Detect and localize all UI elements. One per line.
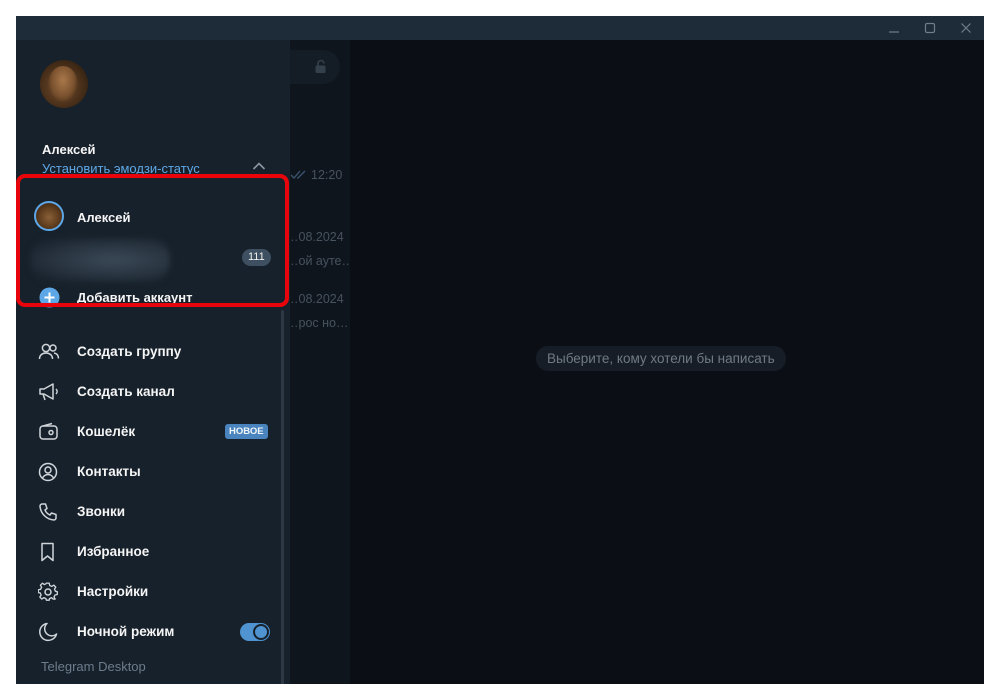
megaphone-icon: [39, 383, 58, 401]
menu-scrollbar[interactable]: [281, 310, 284, 684]
chat-time: 12:20: [311, 168, 343, 182]
close-icon[interactable]: [948, 16, 984, 40]
moon-icon: [39, 622, 58, 642]
profile-name: Алексей: [42, 142, 96, 157]
wallet-icon: [39, 422, 58, 440]
menu-item-label: Избранное: [77, 544, 150, 559]
app-name: Telegram Desktop: [41, 659, 146, 674]
avatar[interactable]: [40, 60, 88, 108]
menu-item-label: Создать группу: [77, 344, 182, 359]
menu-item-saved[interactable]: Избранное: [16, 532, 278, 572]
menu-item-settings[interactable]: Настройки: [16, 572, 278, 612]
menu-item-label: Звонки: [77, 504, 126, 519]
chat-date: …08.2024: [286, 292, 344, 306]
chat-preview: …ой ауте…: [286, 254, 355, 268]
highlight-frame: [16, 174, 289, 307]
chat-preview: …рос но…: [286, 316, 349, 330]
chat-area: Выберите, кому хотели бы написать: [350, 40, 984, 684]
maximize-icon[interactable]: [912, 16, 948, 40]
menu-item-label: Создать канал: [77, 384, 175, 399]
chevron-up-icon[interactable]: [252, 161, 266, 171]
empty-chat-hint: Выберите, кому хотели бы написать: [536, 346, 786, 371]
menu-item-label: Контакты: [77, 464, 141, 479]
contact-icon: [38, 462, 58, 482]
menu-item-create-channel[interactable]: Создать канал: [16, 372, 278, 412]
new-badge: НОВОЕ: [225, 424, 268, 439]
night-mode-toggle[interactable]: [240, 623, 270, 641]
title-bar: [16, 16, 984, 40]
menu-item-label: Ночной режим: [77, 624, 175, 639]
menu-item-night-mode[interactable]: Ночной режим: [16, 612, 278, 652]
double-check-icon: [290, 170, 306, 179]
telegram-window: 12:20 …08.2024 …ой ауте… …08.2024 …рос н…: [16, 16, 984, 684]
menu-item-label: Настройки: [77, 584, 149, 599]
side-menu: Алексей Установить эмодзи-статус Алексей…: [16, 40, 290, 684]
menu-item-wallet[interactable]: Кошелёк НОВОЕ: [16, 412, 278, 452]
menu-item-create-group[interactable]: Создать группу: [16, 332, 278, 372]
bookmark-icon: [41, 542, 54, 562]
menu-item-label: Кошелёк: [77, 424, 136, 439]
group-icon: [38, 343, 60, 360]
phone-icon: [39, 503, 57, 521]
menu-item-contacts[interactable]: Контакты: [16, 452, 278, 492]
gear-icon: [38, 582, 58, 601]
menu-item-calls[interactable]: Звонки: [16, 492, 278, 532]
minimize-icon[interactable]: [876, 16, 912, 40]
chat-date: …08.2024: [286, 230, 344, 244]
lock-icon[interactable]: [314, 59, 328, 74]
